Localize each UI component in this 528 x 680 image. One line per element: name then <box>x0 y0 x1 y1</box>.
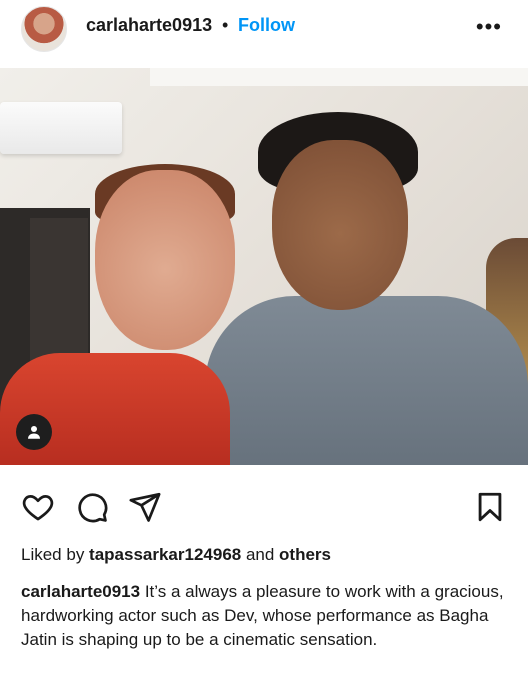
send-icon[interactable] <box>128 490 162 524</box>
user-tag-icon[interactable] <box>16 414 52 450</box>
bookmark-icon[interactable] <box>473 490 507 524</box>
person-right-shirt <box>205 296 528 465</box>
post-username[interactable]: carlaharte0913 <box>86 15 212 36</box>
caption-username[interactable]: carlaharte0913 <box>21 582 140 601</box>
post-header: carlaharte0913 • Follow ••• <box>0 0 528 62</box>
likes-prefix: Liked by <box>21 545 90 564</box>
heart-icon[interactable] <box>21 490 55 524</box>
likes-middle: and <box>241 545 280 564</box>
person-left-face <box>95 170 235 350</box>
air-conditioner <box>0 102 122 154</box>
ceiling <box>150 68 528 86</box>
separator-dot: • <box>222 15 229 35</box>
likes-summary: Liked by tapassarkar124968 and others <box>21 545 331 565</box>
person-right-face <box>272 140 408 310</box>
likes-others[interactable]: others <box>279 545 331 564</box>
person-icon <box>28 426 40 439</box>
liked-by-user[interactable]: tapassarkar124968 <box>89 545 241 564</box>
post-actions <box>0 486 528 530</box>
follow-button[interactable]: Follow <box>238 15 295 36</box>
post-caption: carlaharte0913 It’s a always a pleasure … <box>21 580 511 652</box>
more-options-icon[interactable]: ••• <box>476 14 502 40</box>
avatar[interactable] <box>21 6 67 52</box>
comment-icon[interactable] <box>75 490 109 524</box>
post-photo[interactable] <box>0 68 528 465</box>
